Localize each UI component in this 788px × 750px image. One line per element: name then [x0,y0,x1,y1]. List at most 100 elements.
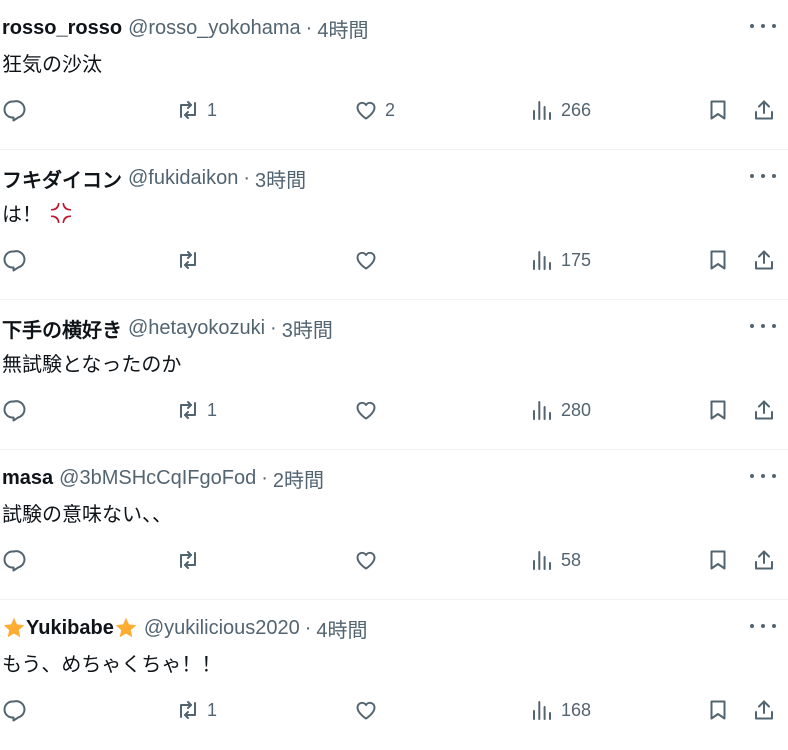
reply-icon [3,700,26,722]
reply-button[interactable] [2,696,26,724]
reply-feed: rosso_rosso @rosso_yokohama · 4時間 狂気の沙汰 … [0,0,788,750]
retweet-icon [180,251,196,269]
tweet-text-content: は！ [2,204,42,226]
like-button[interactable] [354,546,385,574]
bookmark-button[interactable] [706,246,730,274]
separator: · [304,616,312,639]
tweet-item[interactable]: masa @3bMSHcCqIFgoFod · 2時間 試験の意味ない、、 58 [0,450,788,600]
tweet-header: masa @3bMSHcCqIFgoFod · 2時間 [2,464,324,492]
display-name[interactable]: rosso_rosso [2,17,122,40]
retweet-button[interactable] [176,246,207,274]
retweet-button[interactable] [176,546,207,574]
retweet-button[interactable]: 1 [176,396,217,424]
tweet-actions: 1 2 266 [0,96,788,124]
tweet-text-content: 試験の意味ない、、 [2,504,172,526]
display-name[interactable]: フキダイコン [2,164,122,193]
more-icon[interactable] [750,316,776,336]
tweet-item[interactable]: Yukibabe @yukilicious2020 · 4時間 もう、めちゃくち… [0,600,788,750]
views-icon [533,551,551,570]
more-icon[interactable] [750,16,776,36]
display-name[interactable]: 下手の横好き [2,314,122,343]
like-button[interactable] [354,696,385,724]
tweet-text-content: 無試験となったのか [2,354,182,376]
bookmark-button[interactable] [706,96,730,124]
timestamp[interactable]: 4時間 [317,14,368,43]
share-button[interactable] [752,396,776,424]
reply-icon [3,550,26,572]
views-button[interactable]: 175 [530,246,591,274]
views-icon [533,701,551,720]
more-icon[interactable] [750,616,776,636]
share-icon [755,400,773,420]
tweet-header: Yukibabe @yukilicious2020 · 4時間 [2,614,368,642]
more-icon[interactable] [750,466,776,486]
views-button[interactable]: 168 [530,696,591,724]
views-button[interactable]: 280 [530,396,591,424]
anger-symbol-icon [51,202,71,223]
tweet-header: 下手の横好き @hetayokozuki · 3時間 [2,314,333,342]
more-icon[interactable] [750,166,776,186]
tweet-item[interactable]: rosso_rosso @rosso_yokohama · 4時間 狂気の沙汰 … [0,0,788,150]
user-handle[interactable]: @hetayokozuki [128,317,265,340]
share-button[interactable] [752,246,776,274]
display-name[interactable]: masa [2,467,53,490]
tweet-actions: 175 [0,246,788,274]
tweet-actions: 1 168 [0,696,788,724]
tweet-text-content: もう、めちゃくちゃ！！ [2,654,222,676]
retweet-count: 1 [207,399,218,420]
user-handle[interactable]: @rosso_yokohama [128,17,301,40]
tweet-text: もう、めちゃくちゃ！！ [2,648,221,677]
reply-button[interactable] [2,246,26,274]
bookmark-icon [710,400,726,420]
bookmark-button[interactable] [706,546,730,574]
bookmark-button[interactable] [706,696,730,724]
heart-icon [356,251,376,270]
separator: · [261,466,268,489]
tweet-header: rosso_rosso @rosso_yokohama · 4時間 [2,14,368,42]
view-count: 280 [561,399,592,420]
timestamp[interactable]: 4時間 [316,614,367,643]
tweet-actions: 58 [0,546,788,574]
timestamp[interactable]: 2時間 [273,464,324,493]
timestamp[interactable]: 3時間 [282,314,333,343]
tweet-header: フキダイコン @fukidaikon · 3時間 [2,164,306,192]
display-name[interactable]: Yukibabe [2,616,138,640]
like-button[interactable] [354,246,385,274]
share-button[interactable] [752,546,776,574]
tweet-text: 狂気の沙汰 [2,48,102,77]
views-icon [533,251,551,270]
like-button[interactable] [354,396,385,424]
share-icon [755,250,773,270]
reply-button[interactable] [2,96,26,124]
bookmark-icon [710,700,726,720]
retweet-icon [180,551,196,569]
bookmark-button[interactable] [706,396,730,424]
user-handle[interactable]: @3bMSHcCqIFgoFod [59,467,256,490]
heart-icon [356,701,376,720]
tweet-item[interactable]: 下手の横好き @hetayokozuki · 3時間 無試験となったのか 1 2… [0,300,788,450]
display-name-text: Yukibabe [26,616,114,639]
reply-button[interactable] [2,546,26,574]
tweet-text-content: 狂気の沙汰 [2,54,102,76]
share-icon [755,550,773,570]
share-button[interactable] [752,96,776,124]
retweet-button[interactable]: 1 [176,96,217,124]
retweet-count: 1 [207,699,218,720]
view-count: 168 [561,699,592,720]
like-count: 2 [385,99,396,120]
like-button[interactable]: 2 [354,96,395,124]
views-button[interactable]: 266 [530,96,591,124]
reply-button[interactable] [2,396,26,424]
timestamp[interactable]: 3時間 [255,164,306,193]
user-handle[interactable]: @fukidaikon [128,167,238,190]
share-button[interactable] [752,696,776,724]
separator: · [270,316,277,339]
views-button[interactable]: 58 [530,546,581,574]
heart-icon [356,401,376,420]
tweet-text: 無試験となったのか [2,348,181,377]
retweet-button[interactable]: 1 [176,696,217,724]
tweet-item[interactable]: フキダイコン @fukidaikon · 3時間 は！ 175 [0,150,788,300]
tweet-text: は！ [2,198,74,227]
user-handle[interactable]: @yukilicious2020 [144,617,300,640]
retweet-icon [180,701,196,719]
